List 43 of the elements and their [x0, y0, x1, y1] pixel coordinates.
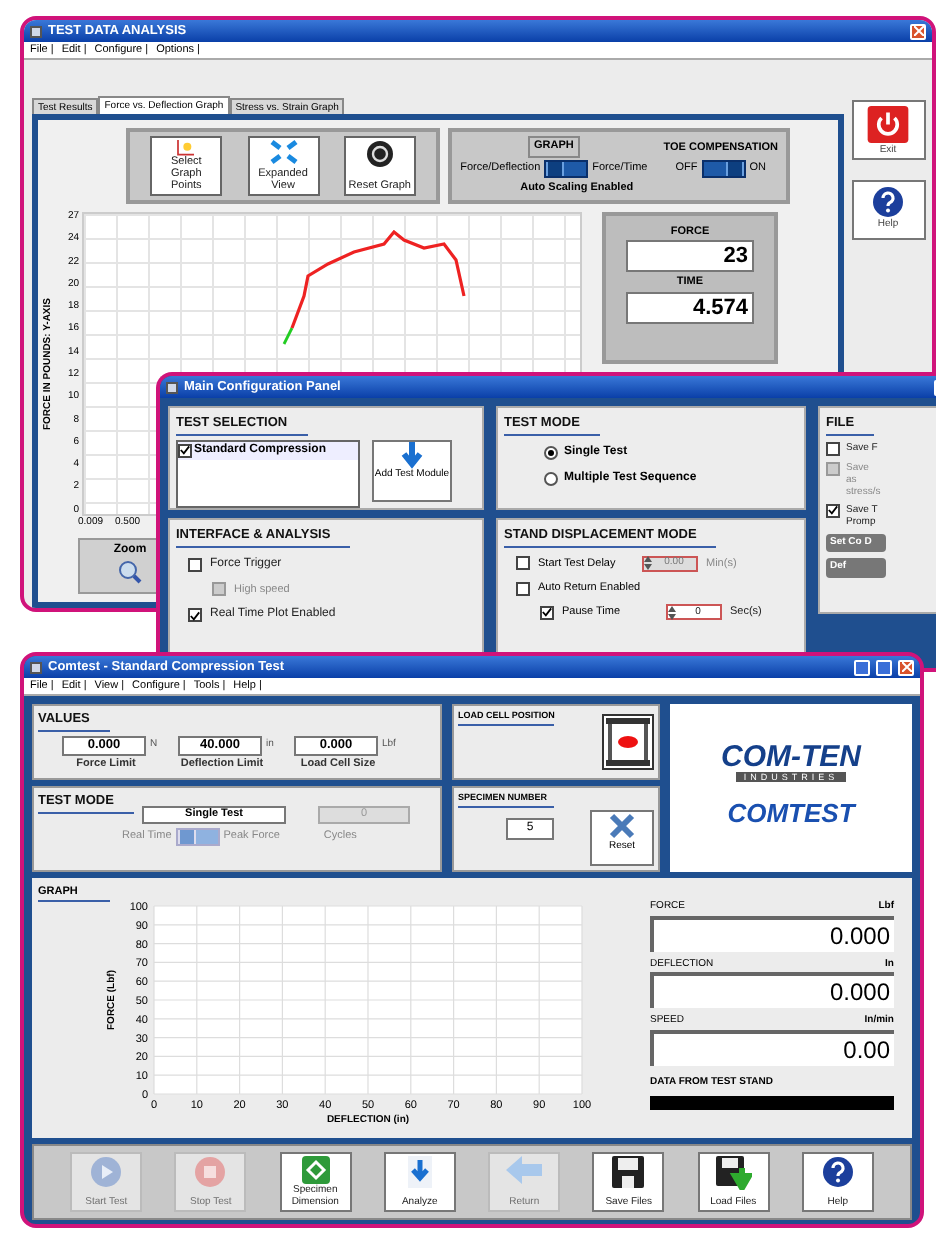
app-icon: [166, 381, 178, 393]
checkbox[interactable]: [188, 608, 202, 622]
maximize-button[interactable]: [876, 659, 892, 675]
close-button[interactable]: [898, 659, 914, 675]
readout-value: 0.000: [650, 915, 894, 951]
cross-icon: [608, 812, 636, 840]
load-cell-icon: [602, 714, 654, 770]
readout-value: 0.000: [650, 972, 894, 1008]
brand-logo: COM-TEN: [721, 742, 861, 773]
spinner-arrows-icon: [644, 556, 652, 571]
help-icon: [872, 186, 904, 218]
app-icon: [30, 661, 42, 673]
checkbox[interactable]: [516, 581, 530, 596]
radio-button[interactable]: [544, 471, 558, 486]
radio-button[interactable]: [544, 445, 558, 460]
checkbox[interactable]: [178, 443, 192, 458]
checkbox[interactable]: [826, 503, 840, 518]
toggle-switch[interactable]: [544, 159, 589, 177]
product-logo: COMTEST: [727, 796, 855, 833]
play-icon: [90, 1156, 123, 1188]
stop-icon: [194, 1156, 227, 1188]
checkbox[interactable]: [540, 605, 554, 620]
readout-value: 23: [626, 240, 754, 273]
refresh-icon: [365, 140, 394, 168]
magnifier-icon: [118, 560, 142, 585]
floppy-disk-arrow-icon: [715, 1156, 752, 1190]
left-arrow-icon: [506, 1156, 543, 1184]
app-icon: [30, 25, 42, 37]
spinner-arrows-icon: [668, 605, 676, 620]
expand-arrows-icon: [269, 140, 298, 164]
checkbox[interactable]: [188, 557, 202, 572]
close-icon: [913, 26, 923, 36]
down-arrow-icon: [400, 441, 424, 470]
power-icon: [866, 106, 910, 143]
close-button[interactable]: [910, 23, 926, 39]
minimize-button[interactable]: [854, 659, 870, 675]
readout-value: 4.574: [626, 291, 754, 323]
down-arrow-icon: [405, 1156, 434, 1188]
close-icon: [901, 662, 911, 672]
checkbox[interactable]: [826, 441, 840, 456]
toggle-switch[interactable]: [701, 159, 746, 177]
readout-value: 0.00: [650, 1029, 894, 1065]
help-icon: [821, 1156, 854, 1188]
